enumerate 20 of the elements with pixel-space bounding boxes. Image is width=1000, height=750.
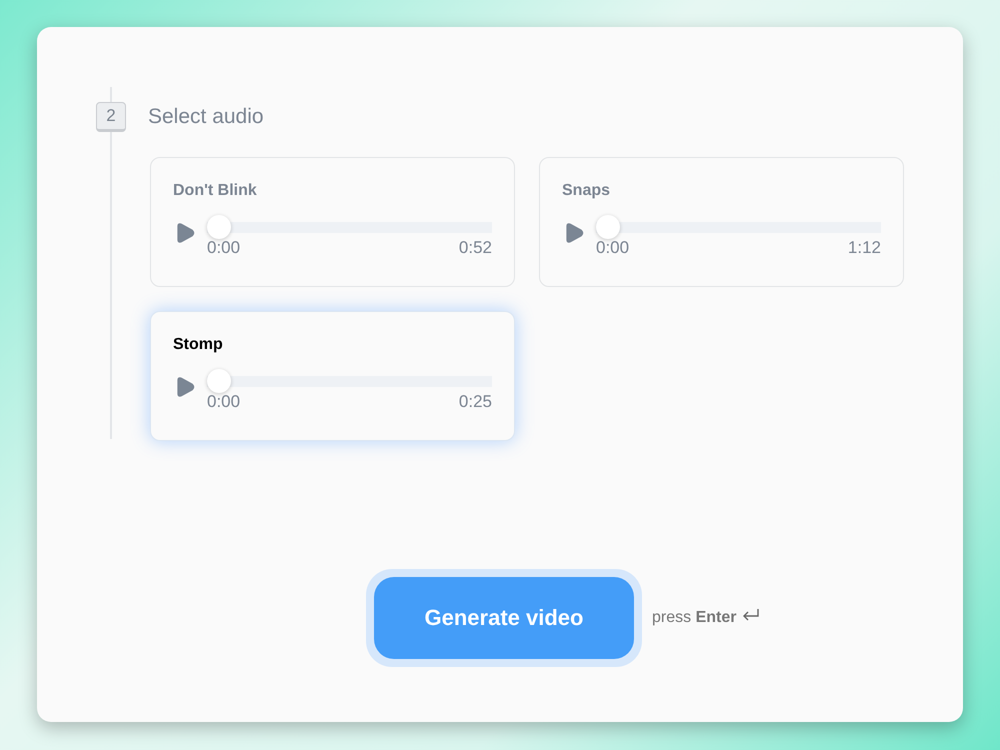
step-number: 2 — [96, 102, 126, 132]
elapsed-time: 0:00 — [207, 392, 240, 412]
keyboard-hint: press Enter — [652, 609, 736, 627]
audio-card[interactable]: Don't Blink 0:00 0:52 — [150, 157, 515, 287]
audio-card[interactable]: Snaps 0:00 1:12 — [539, 157, 904, 287]
elapsed-time: 0:00 — [207, 238, 240, 258]
track-name: Snaps — [562, 182, 612, 200]
audio-card[interactable]: Stomp 0:00 0:25 — [150, 311, 515, 441]
slider-thumb[interactable] — [207, 215, 231, 239]
generate-video-button[interactable]: Generate video — [374, 577, 634, 659]
track-duration: 1:12 — [848, 238, 881, 258]
enter-key-icon — [742, 608, 760, 622]
track-name: Stomp — [173, 336, 224, 354]
slider-thumb[interactable] — [596, 215, 620, 239]
step-title: Select audio — [148, 105, 264, 129]
elapsed-time: 0:00 — [596, 238, 630, 258]
slider-thumb[interactable] — [207, 369, 231, 393]
track-name: Don't Blink — [173, 182, 258, 200]
track-duration: 0:52 — [458, 238, 492, 258]
track-duration: 0:25 — [458, 392, 492, 412]
